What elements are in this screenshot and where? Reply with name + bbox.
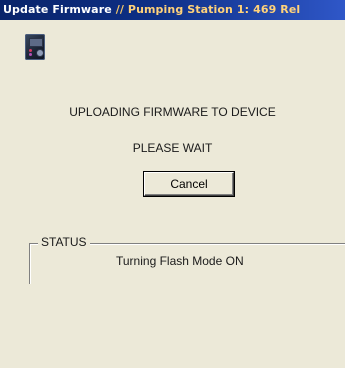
update-firmware-window: Update Firmware // Pumping Station 1: 46… bbox=[0, 0, 345, 368]
uploading-message: UPLOADING FIRMWARE TO DEVICE bbox=[69, 105, 276, 119]
device-screen bbox=[29, 38, 43, 47]
title-prefix: Update Firmware bbox=[3, 3, 112, 16]
title-separator: // bbox=[111, 3, 128, 16]
relay-device-icon bbox=[25, 34, 45, 60]
title-station: Pumping Station 1: 469 Rel bbox=[127, 3, 301, 16]
device-knob-icon bbox=[36, 49, 44, 57]
window-title: Update Firmware // Pumping Station 1: 46… bbox=[3, 3, 300, 16]
status-text: Turning Flash Mode ON bbox=[116, 254, 244, 268]
title-bar[interactable]: Update Firmware // Pumping Station 1: 46… bbox=[0, 0, 345, 20]
please-wait-message: PLEASE WAIT bbox=[132, 141, 213, 155]
status-legend: STATUS bbox=[38, 235, 90, 249]
cancel-button[interactable]: Cancel bbox=[144, 172, 234, 196]
device-led-icon bbox=[29, 53, 32, 56]
device-led-icon bbox=[29, 49, 32, 52]
